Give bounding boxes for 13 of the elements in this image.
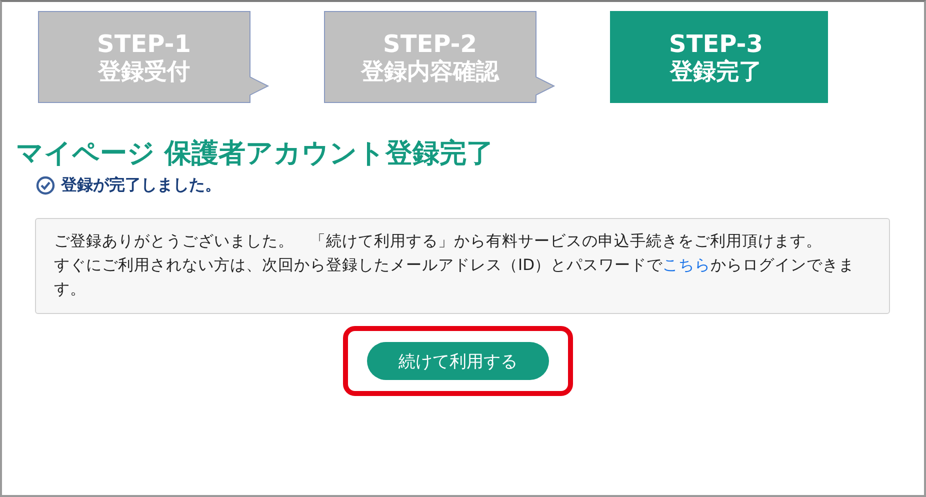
step-number: STEP-1	[97, 30, 191, 58]
step-label: 登録受付	[98, 58, 190, 86]
step-label: 登録内容確認	[361, 58, 499, 86]
continue-button[interactable]: 続けて利用する	[367, 342, 549, 380]
message-text: すぐにご利用されない方は、次回から登録したメールアドレス（ID）とパスワードでこちら からログインできます。	[54, 255, 856, 300]
step-label: 登録完了	[670, 58, 762, 86]
step-number: STEP-3	[669, 30, 763, 58]
step-number: STEP-2	[383, 30, 477, 58]
status-message: 登録が完了しました。	[61, 175, 221, 196]
check-circle-icon	[36, 176, 55, 195]
page-title: マイページ 保護者アカウント登録完了	[16, 137, 494, 171]
message-text: ご登録ありがとうございました。 「続けて利用する」から有料サービスの申込手続きをご利用頂けます。	[54, 231, 823, 252]
here-link[interactable]: こちら	[662, 256, 711, 274]
